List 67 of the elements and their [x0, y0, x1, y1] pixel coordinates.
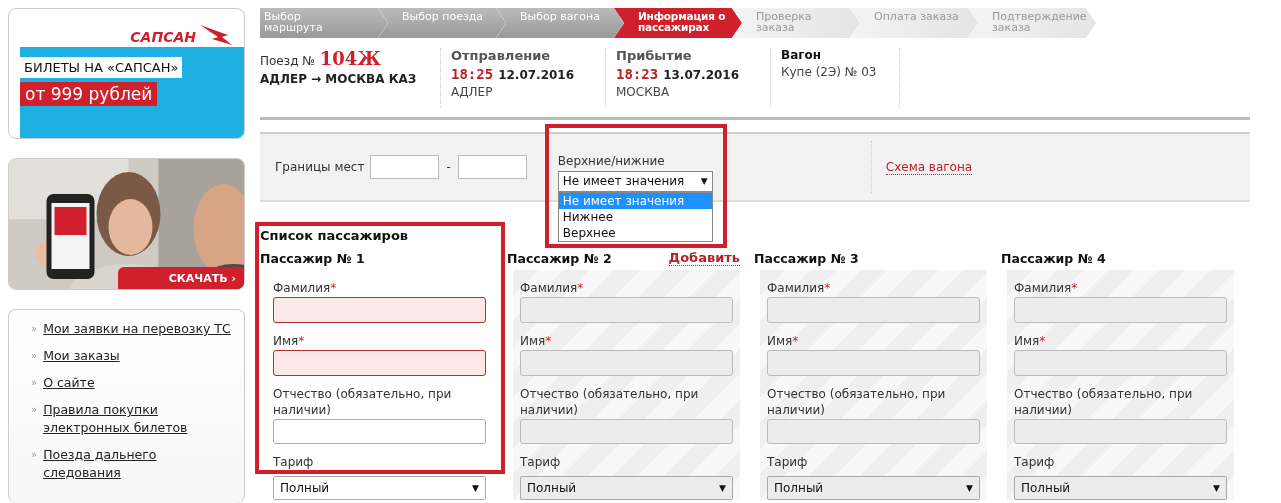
field-label: Имя*	[520, 332, 553, 349]
sidebar-link[interactable]: Правила покупки электронных билетов	[43, 401, 236, 437]
info-title: Отправление	[451, 48, 552, 63]
text-field[interactable]	[273, 297, 486, 323]
dropdown-option[interactable]: Верхнее	[558, 225, 712, 241]
time-text: 18:25	[451, 66, 494, 82]
field-label: Имя*	[1014, 332, 1047, 349]
sidebar-link[interactable]: Мои заказы	[43, 347, 120, 365]
field-label: Фамилия*	[273, 280, 338, 296]
bullet-icon: »	[31, 320, 38, 338]
caret-icon: ▼	[700, 174, 708, 189]
date-text: 12.07.2016	[498, 68, 575, 82]
banner-headline: БИЛЕТЫ НА «САПСАН»	[20, 57, 183, 78]
field-label: Тариф	[273, 454, 315, 471]
train-number: 104Ж	[319, 48, 381, 69]
bullet-icon: »	[31, 347, 38, 365]
berth-dropdown[interactable]: Не имеет значения ▼	[557, 171, 713, 192]
dropdown-option[interactable]: Нижнее	[558, 209, 712, 225]
car-scheme-link[interactable]: Схема вагона	[885, 159, 973, 175]
field-label: Отчество (обязательно, при наличии)	[767, 385, 947, 418]
passenger-title: Пассажир № 3	[754, 250, 859, 266]
field-label: Отчество (обязательно, при наличии)	[273, 385, 453, 418]
info-title: Прибытие	[616, 48, 693, 63]
caret-icon: ▼	[719, 481, 726, 496]
info-title: Вагон	[781, 48, 823, 62]
passenger-title: Пассажир № 2	[507, 250, 612, 266]
seat-range-label: Границы мест	[275, 160, 365, 174]
logo-text: САПСАН	[130, 29, 196, 47]
route-text: АДЛЕР → МОСКВА КАЗ	[260, 72, 418, 86]
seat-to-field[interactable]	[457, 155, 527, 179]
field-label: Имя*	[273, 332, 306, 349]
train-label: Поезд №	[260, 54, 315, 68]
field-label: Фамилия*	[767, 280, 832, 296]
field-label: Тариф	[1014, 454, 1056, 471]
station-text: МОСКВА	[616, 85, 671, 99]
text-field[interactable]	[273, 418, 486, 445]
berth-label: Верхние/нижние	[557, 154, 666, 168]
field-label: Фамилия*	[1014, 280, 1079, 296]
promo-banner[interactable]: САПСАН БИЛЕТЫ НА «САПСАН» от 999 рублей	[8, 8, 245, 139]
field-label: Фамилия*	[520, 280, 585, 296]
field-label: Тариф	[767, 454, 809, 471]
tariff-dropdown[interactable]: Полный ▼	[273, 476, 486, 500]
sidebar-link[interactable]: О сайте	[43, 374, 95, 392]
caret-icon: ▼	[1213, 481, 1220, 496]
station-text: АДЛЕР	[451, 85, 494, 99]
field-label: Отчество (обязательно, при наличии)	[520, 385, 700, 418]
download-button[interactable]: СКАЧАТЬ ›	[118, 267, 244, 289]
caret-icon: ▼	[472, 481, 479, 496]
field-label: Тариф	[520, 454, 562, 471]
date-text: 13.07.2016	[663, 68, 740, 82]
seat-from-field[interactable]	[370, 155, 440, 179]
passenger-title: Пассажир № 1	[260, 250, 365, 266]
banner-price: от 999 рублей	[20, 82, 158, 106]
field-label: Отчество (обязательно, при наличии)	[1014, 385, 1194, 418]
car-text: Купе (2Э) № 03	[781, 65, 878, 79]
section-title: Список пассажиров	[260, 228, 409, 245]
sidebar-link[interactable]: Мои заявки на перевозку ТС	[43, 320, 231, 338]
bullet-icon: »	[31, 374, 38, 392]
field-label: Имя*	[767, 332, 800, 349]
passenger-title: Пассажир № 4	[1001, 250, 1106, 266]
caret-icon: ▼	[966, 481, 973, 496]
sidebar-link[interactable]: Поезда дальнего следования	[43, 446, 236, 482]
bullet-icon: »	[31, 446, 38, 464]
bullet-icon: »	[31, 401, 38, 419]
time-text: 18:23	[616, 66, 659, 82]
dash-text: -	[446, 160, 451, 174]
text-field[interactable]	[273, 349, 486, 376]
